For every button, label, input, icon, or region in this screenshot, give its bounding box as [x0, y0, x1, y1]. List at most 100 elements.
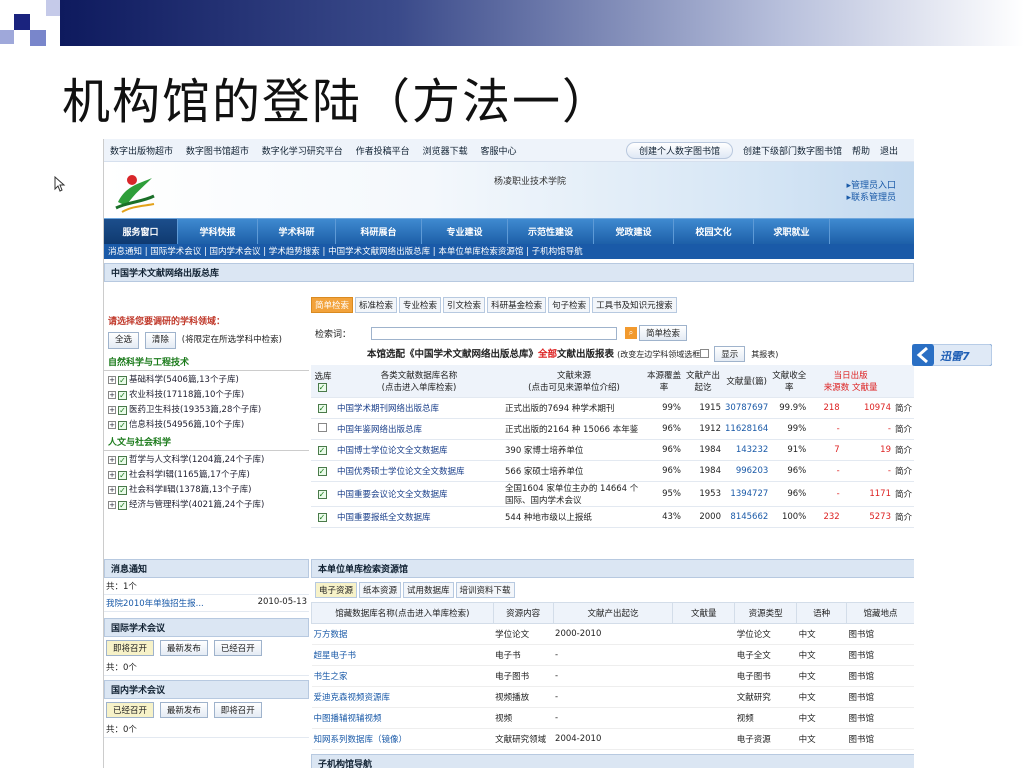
db-name[interactable]: 中国年鉴网络出版总库 [335, 418, 503, 440]
subject-item[interactable]: + ✓ 社会科学Ⅱ辑(1378篇,13个子库) [104, 481, 309, 496]
db-source[interactable]: 544 种地市级以上报纸 [503, 506, 645, 528]
intro-link[interactable]: 简介 [893, 439, 914, 461]
db-name[interactable]: 中国优秀硕士学位论文全文数据库 [335, 460, 503, 482]
expand-icon[interactable]: + [108, 406, 116, 414]
top-nav-link[interactable]: 数字图书馆超市 [186, 147, 249, 157]
expand-icon[interactable]: + [108, 391, 116, 399]
latest-button[interactable]: 最新发布 [159, 640, 208, 656]
top-nav-link[interactable]: 作者投稿平台 [356, 147, 410, 157]
upcoming-button[interactable]: 即将召开 [213, 702, 262, 718]
latest-button[interactable]: 最新发布 [159, 702, 208, 718]
search-input[interactable] [371, 326, 618, 340]
contact-admin-link[interactable]: 联系管理员 [851, 193, 896, 203]
subject-item[interactable]: + ✓ 信息科技(54956篇,10个子库) [104, 416, 309, 431]
checkbox-icon[interactable] [700, 349, 710, 358]
display-button[interactable]: 显示 [714, 346, 746, 362]
intro-link[interactable]: 简介 [893, 481, 914, 507]
nav-tab-subject-news[interactable]: 学科快报 [178, 219, 258, 244]
resource-name[interactable]: 万方数据 [311, 623, 494, 645]
thunder-badge[interactable]: 迅雷7 [911, 343, 993, 367]
checkbox-icon[interactable]: ✓ [118, 391, 127, 400]
db-source[interactable]: 正式出版的7694 种学术期刊 [503, 397, 645, 419]
checkbox-icon[interactable]: ✓ [118, 456, 127, 465]
intro-link[interactable]: 简介 [893, 506, 914, 528]
top-nav-link[interactable]: 客服中心 [480, 147, 516, 157]
intro-link[interactable]: 简介 [893, 397, 914, 419]
subject-item[interactable]: + ✓ 基础科学(5406篇,13个子库) [104, 371, 309, 386]
tab-standard-search[interactable]: 标准检索 [355, 297, 398, 313]
tab-electronic[interactable]: 电子资源 [315, 582, 358, 598]
resource-name[interactable]: 中图播辅视辅视频 [311, 707, 494, 729]
expand-icon[interactable]: + [108, 456, 116, 464]
db-source[interactable]: 566 家硕士培养单位 [503, 460, 645, 482]
tab-reference-search[interactable]: 工具书及知识元搜索 [592, 297, 677, 313]
checkbox-icon[interactable]: ✓ [317, 489, 327, 499]
logout-link[interactable]: 退出 [880, 144, 898, 157]
tab-print[interactable]: 纸本资源 [359, 582, 402, 598]
resource-name[interactable]: 超星电子书 [311, 644, 494, 666]
simple-search-button[interactable]: 简单检索 [639, 325, 688, 341]
nav-tab-model[interactable]: 示范性建设 [508, 219, 594, 244]
tab-sentence-search[interactable]: 句子检索 [548, 297, 591, 313]
tab-citation-search[interactable]: 引文检索 [443, 297, 486, 313]
resource-name[interactable]: 书生之家 [311, 665, 494, 687]
expand-icon[interactable]: + [108, 501, 116, 509]
db-name[interactable]: 中国博士学位论文全文数据库 [335, 439, 503, 461]
nav-tab-major[interactable]: 专业建设 [422, 219, 508, 244]
admin-login-link[interactable]: 管理员入口 [851, 181, 896, 191]
subject-item[interactable]: + ✓ 农业科技(17118篇,10个子库) [104, 386, 309, 401]
tab-training[interactable]: 培训资料下载 [455, 582, 515, 598]
checkbox-icon[interactable]: ✓ [118, 501, 127, 510]
db-name[interactable]: 中国重要报纸全文数据库 [335, 506, 503, 528]
search-icon[interactable]: ⌕ [625, 327, 638, 339]
held-button[interactable]: 已经召开 [106, 702, 155, 718]
help-link[interactable]: 帮助 [852, 144, 870, 157]
tab-fund-search[interactable]: 科研基金检索 [487, 297, 547, 313]
nav-tab-service[interactable]: 服务窗口 [104, 219, 178, 244]
subject-item[interactable]: + ✓ 社会科学Ⅰ辑(1165篇,17个子库) [104, 466, 309, 481]
nav-tab-research[interactable]: 学术科研 [258, 219, 336, 244]
resource-name[interactable]: 知网系列数据库（镜像） [311, 728, 494, 750]
db-source[interactable]: 正式出版的2164 种 15066 本年鉴 [503, 418, 645, 440]
tab-trial[interactable]: 试用数据库 [403, 582, 454, 598]
held-button[interactable]: 已经召开 [213, 640, 262, 656]
top-nav-link[interactable]: 数字化学习研究平台 [262, 147, 343, 157]
db-name[interactable]: 中国重要会议论文全文数据库 [335, 481, 503, 507]
intro-link[interactable]: 简介 [893, 460, 914, 482]
expand-icon[interactable]: + [108, 486, 116, 494]
checkbox-icon[interactable]: ✓ [118, 486, 127, 495]
checkbox-icon[interactable]: ✓ [317, 382, 327, 392]
nav-tab-campus[interactable]: 校园文化 [674, 219, 754, 244]
tab-professional-search[interactable]: 专业检索 [399, 297, 442, 313]
subject-item[interactable]: + ✓ 医药卫生科技(19353篇,28个子库) [104, 401, 309, 416]
checkbox-icon[interactable]: ✓ [118, 376, 127, 385]
checkbox-icon[interactable]: ✓ [317, 403, 327, 413]
clear-button[interactable]: 清除 [144, 332, 176, 349]
nav-tab-research-showcase[interactable]: 科研展台 [336, 219, 422, 244]
subject-item[interactable]: + ✓ 哲学与人文科学(1204篇,24个子库) [104, 451, 309, 466]
news-title[interactable]: 我院2010年单独招生报... [106, 597, 204, 609]
create-personal-library-link[interactable]: 创建个人数字图书馆 [625, 141, 733, 159]
db-name[interactable]: 中国学术期刊网络出版总库 [335, 397, 503, 419]
checkbox-icon[interactable]: ✓ [317, 466, 327, 476]
top-nav-link[interactable]: 数字出版物超市 [110, 147, 173, 157]
news-item[interactable]: 我院2010年单独招生报... 2010-05-13 [104, 595, 309, 612]
select-all-button[interactable]: 全选 [108, 332, 140, 349]
subject-item[interactable]: + ✓ 经济与管理科学(4021篇,24个子库) [104, 496, 309, 511]
expand-icon[interactable]: + [108, 376, 116, 384]
resource-name[interactable]: 爱迪克森视频资源库 [311, 686, 494, 708]
checkbox-icon[interactable] [317, 423, 327, 432]
checkbox-icon[interactable]: ✓ [317, 445, 327, 455]
checkbox-icon[interactable]: ✓ [317, 512, 327, 522]
sub-nav[interactable]: 消息通知 | 国际学术会议 | 国内学术会议 | 学术趋势搜索 | 中国学术文献… [104, 244, 914, 259]
top-nav-link[interactable]: 浏览器下载 [423, 147, 468, 157]
tab-simple-search[interactable]: 简单检索 [311, 297, 354, 313]
nav-tab-career[interactable]: 求职就业 [754, 219, 830, 244]
create-sub-library-link[interactable]: 创建下级部门数字图书馆 [743, 144, 842, 157]
checkbox-icon[interactable]: ✓ [118, 406, 127, 415]
intro-link[interactable]: 简介 [893, 418, 914, 440]
checkbox-icon[interactable]: ✓ [118, 471, 127, 480]
expand-icon[interactable]: + [108, 421, 116, 429]
nav-tab-party[interactable]: 党政建设 [594, 219, 674, 244]
db-source[interactable]: 390 家博士培养单位 [503, 439, 645, 461]
